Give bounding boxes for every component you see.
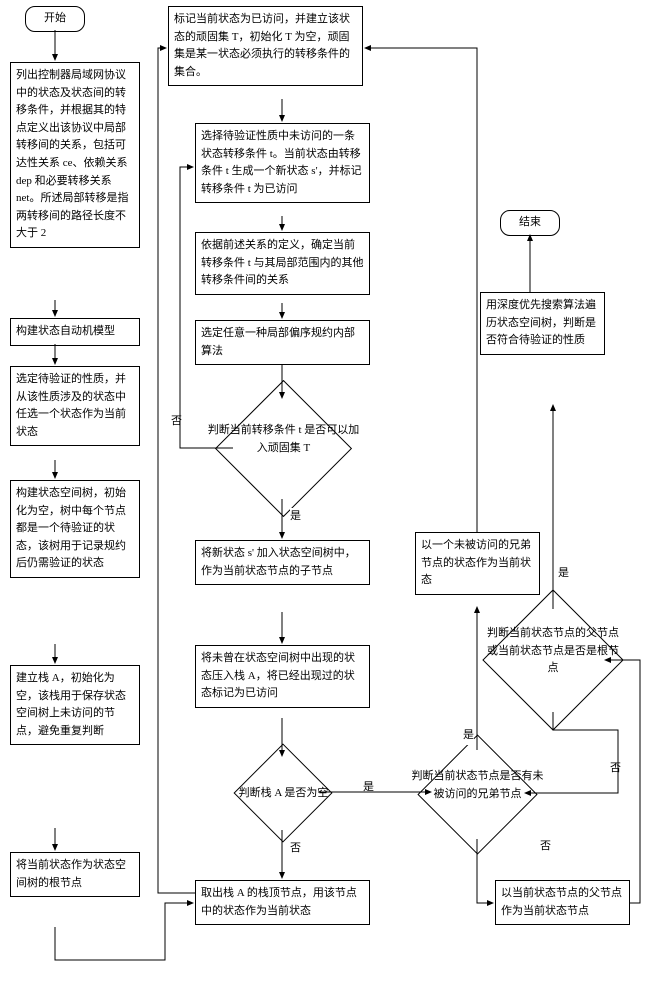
label-d1-yes: 是 xyxy=(290,508,301,526)
box-b7: 取出栈 A 的栈顶节点，用该节点中的状态作为当前状态 xyxy=(195,880,370,925)
diamond-d3 xyxy=(417,734,537,854)
label-d4-yes: 是 xyxy=(558,565,569,583)
box-c1: 以一个未被访问的兄弟节点的状态作为当前状态 xyxy=(415,532,540,595)
box-c2: 以当前状态节点的父节点作为当前状态节点 xyxy=(495,880,630,925)
text-a2: 构建状态自动机模型 xyxy=(16,325,115,337)
box-b2: 选择待验证性质中未访问的一条状态转移条件 t。当前状态由转移条件 t 生成一个新… xyxy=(195,123,370,203)
box-a1: 列出控制器局域网协议中的状态及状态间的转移条件，并根据其的特点定义出该协议中局部… xyxy=(10,62,140,248)
box-b6: 将未曾在状态空间树中出现的状态压入栈 A，将已经出现过的状态标记为已访问 xyxy=(195,645,370,708)
start-terminal: 开始 xyxy=(25,6,85,32)
box-a5: 建立栈 A，初始化为空，该栈用于保存状态空间树上未访问的节点，避免重复判断 xyxy=(10,665,140,745)
text-c2: 以当前状态节点的父节点作为当前状态节点 xyxy=(501,887,622,917)
text-c3: 用深度优先搜索算法遍历状态空间树，判断是否符合待验证的性质 xyxy=(486,299,596,346)
box-b3: 依据前述关系的定义，确定当前转移条件 t 与其局部范围内的其他转移条件间的关系 xyxy=(195,232,370,295)
text-b4: 选定任意一种局部偏序规约内部算法 xyxy=(201,327,355,357)
end-label: 结束 xyxy=(519,216,541,228)
box-b4: 选定任意一种局部偏序规约内部算法 xyxy=(195,320,370,365)
box-a2: 构建状态自动机模型 xyxy=(10,318,140,346)
diamond-d4 xyxy=(482,589,623,730)
text-c1: 以一个未被访问的兄弟节点的状态作为当前状态 xyxy=(421,539,531,586)
box-a4: 构建状态空间树，初始化为空，树中每个节点都是一个待验证的状态，该树用于记录规约后… xyxy=(10,480,140,578)
label-d3-no: 否 xyxy=(540,838,551,856)
box-a6: 将当前状态作为状态空间树的根节点 xyxy=(10,852,140,897)
text-a3: 选定待验证的性质，并从该性质涉及的状态中任选一个状态作为当前状态 xyxy=(16,373,126,438)
box-c3: 用深度优先搜索算法遍历状态空间树，判断是否符合待验证的性质 xyxy=(480,292,605,355)
text-a6: 将当前状态作为状态空间树的根节点 xyxy=(16,859,126,889)
text-a5: 建立栈 A，初始化为空，该栈用于保存状态空间树上未访问的节点，避免重复判断 xyxy=(16,672,126,737)
text-a4: 构建状态空间树，初始化为空，树中每个节点都是一个待验证的状态，该树用于记录规约后… xyxy=(16,487,126,569)
text-b6: 将未曾在状态空间树中出现的状态压入栈 A，将已经出现过的状态标记为已访问 xyxy=(201,652,355,699)
label-d1-no: 否 xyxy=(171,413,182,431)
box-b5: 将新状态 s' 加入状态空间树中，作为当前状态节点的子节点 xyxy=(195,540,370,585)
box-a3: 选定待验证的性质，并从该性质涉及的状态中任选一个状态作为当前状态 xyxy=(10,366,140,446)
diamond-d2 xyxy=(234,744,333,843)
label-d3-yes: 是 xyxy=(463,727,474,745)
text-b3: 依据前述关系的定义，确定当前转移条件 t 与其局部范围内的其他转移条件间的关系 xyxy=(201,239,364,286)
start-label: 开始 xyxy=(44,12,66,24)
text-b5: 将新状态 s' 加入状态空间树中，作为当前状态节点的子节点 xyxy=(201,547,356,577)
label-d4-no: 否 xyxy=(610,760,621,778)
end-terminal: 结束 xyxy=(500,210,560,236)
text-b1: 标记当前状态为已访问，并建立该状态的顽固集 T，初始化 T 为空，顽固集是某一状… xyxy=(174,13,350,78)
label-d2-no: 否 xyxy=(290,840,301,858)
box-b1: 标记当前状态为已访问，并建立该状态的顽固集 T，初始化 T 为空，顽固集是某一状… xyxy=(168,6,363,86)
label-d2-yes: 是 xyxy=(363,779,374,797)
text-b7: 取出栈 A 的栈顶节点，用该节点中的状态作为当前状态 xyxy=(201,887,357,917)
text-b2: 选择待验证性质中未访问的一条状态转移条件 t。当前状态由转移条件 t 生成一个新… xyxy=(201,130,362,195)
diamond-d1 xyxy=(215,380,352,517)
text-a1: 列出控制器局域网协议中的状态及状态间的转移条件，并根据其的特点定义出该协议中局部… xyxy=(16,69,128,239)
